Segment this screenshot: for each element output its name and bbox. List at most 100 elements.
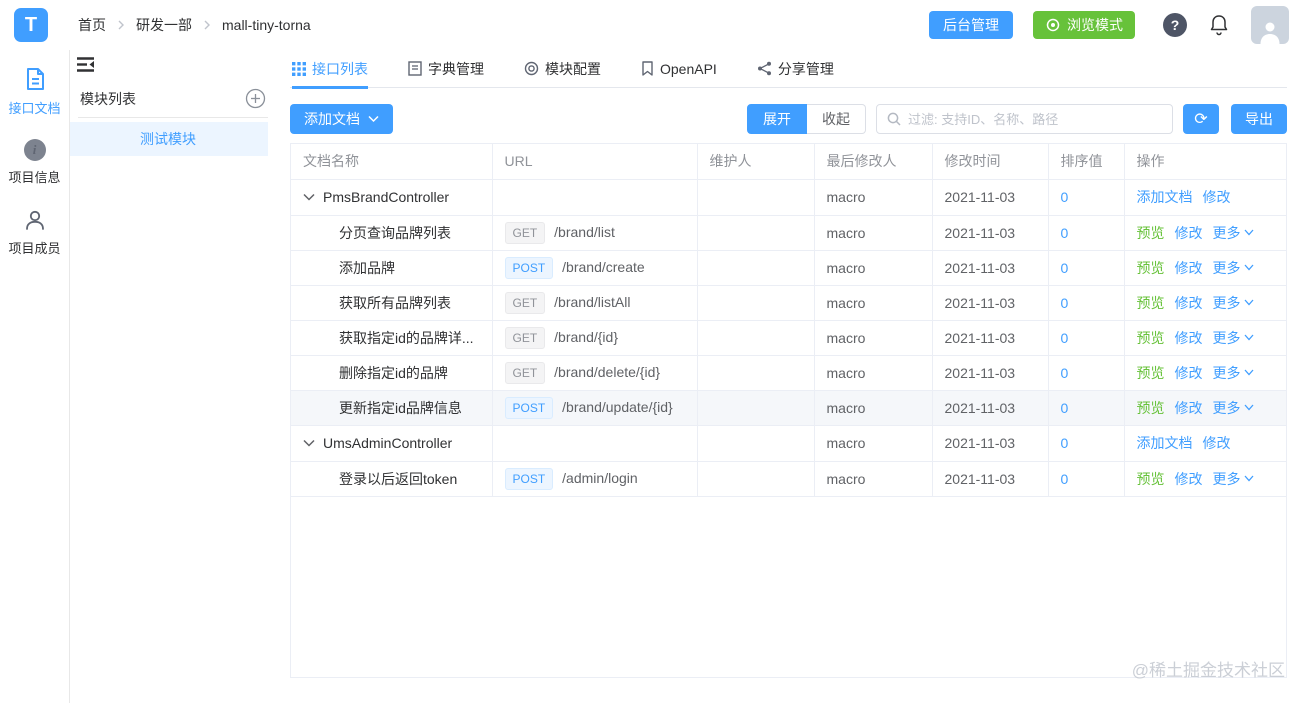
url-path: /brand/listAll [554,293,631,310]
folder-name: PmsBrandController [323,189,450,205]
method-tag: POST [504,467,554,490]
bell-icon[interactable] [1209,14,1229,36]
tab-bar: 接口列表 字典管理 模块配置 OpenAPI 分享管理 [290,50,1287,89]
document-icon [22,66,48,92]
preview-link[interactable]: 预览 [1137,293,1165,313]
more-link[interactable]: 更多 [1213,328,1254,348]
sidebar-item-project-info[interactable]: i 项目信息 [0,131,69,200]
breadcrumb-project[interactable]: mall-tiny-torna [222,17,311,33]
sidebar-item-project-members[interactable]: 项目成员 [0,200,69,271]
method-tag: POST [504,256,554,279]
date-cell: 2021-11-03 [932,390,1049,426]
maintainer-cell [697,179,815,216]
collapse-button[interactable]: 收起 [807,104,866,134]
chevron-down-icon[interactable] [303,193,315,201]
order-value[interactable]: 0 [1061,471,1069,487]
order-value[interactable]: 0 [1061,260,1069,276]
add-doc-link[interactable]: 添加文档 [1137,187,1193,207]
url-cell [492,179,698,216]
order-value[interactable]: 0 [1061,435,1069,451]
column-header-maintainer: 维护人 [697,144,815,180]
more-link[interactable]: 更多 [1213,258,1254,278]
doc-name: 分页查询品牌列表 [291,215,493,251]
chevron-down-icon [1244,369,1254,376]
chevron-down-icon [1244,229,1254,236]
order-value[interactable]: 0 [1061,189,1069,205]
column-header-actions: 操作 [1124,144,1286,180]
add-doc-link[interactable]: 添加文档 [1137,433,1193,453]
module-panel: 模块列表 测试模块 [70,50,290,703]
breadcrumb-group[interactable]: 研发一部 [136,15,192,35]
table-row-group: UmsAdminController macro 2021-11-03 0 添加… [291,425,1286,462]
modifier-cell: macro [814,355,933,391]
method-tag: POST [504,396,554,419]
doc-name: 登录以后返回token [291,461,493,497]
tab-api-list[interactable]: 接口列表 [292,50,368,89]
preview-link[interactable]: 预览 [1137,363,1165,383]
more-link[interactable]: 更多 [1213,293,1254,313]
app-logo-letter: T [24,13,38,36]
tab-label: OpenAPI [660,60,717,77]
order-value[interactable]: 0 [1061,400,1069,416]
torna-app: T 首页 研发一部 mall-tiny-torna 后台管理 浏览模式 ? 接口… [0,0,1305,703]
add-doc-button[interactable]: 添加文档 [290,104,393,134]
tab-label: 接口列表 [312,60,368,77]
edit-link[interactable]: 修改 [1175,258,1203,278]
help-icon[interactable]: ? [1163,13,1187,37]
url-path: /brand/update/{id} [562,398,673,415]
body-row: 接口文档 i 项目信息 项目成员 模块列表 测试模块 接口列表 字典管理 模块配… [0,50,1305,703]
avatar[interactable] [1251,6,1289,44]
tab-dict-manage[interactable]: 字典管理 [408,50,484,88]
table-row-doc: 删除指定id的品牌 GET/brand/delete/{id} macro 20… [291,355,1286,391]
export-button[interactable]: 导出 [1231,104,1287,134]
dict-icon [408,61,422,76]
edit-link[interactable]: 修改 [1175,223,1203,243]
search-box [876,104,1173,134]
module-item-test[interactable]: 测试模块 [70,122,268,156]
maintainer-cell [697,215,815,251]
share-icon [757,61,772,76]
expand-button[interactable]: 展开 [747,104,807,134]
tab-module-config[interactable]: 模块配置 [524,50,601,88]
admin-button[interactable]: 后台管理 [929,11,1013,39]
menu-fold-icon[interactable] [76,56,95,73]
column-header-order: 排序值 [1048,144,1125,180]
more-link[interactable]: 更多 [1213,223,1254,243]
preview-link[interactable]: 预览 [1137,469,1165,489]
order-value[interactable]: 0 [1061,330,1069,346]
edit-link[interactable]: 修改 [1175,398,1203,418]
modifier-cell: macro [814,215,933,251]
preview-link[interactable]: 预览 [1137,223,1165,243]
edit-link[interactable]: 修改 [1175,363,1203,383]
tab-openapi[interactable]: OpenAPI [641,50,717,88]
edit-link[interactable]: 修改 [1175,469,1203,489]
browse-mode-button[interactable]: 浏览模式 [1033,11,1135,39]
chevron-down-icon[interactable] [303,439,315,447]
maintainer-cell [697,390,815,426]
gear-icon [524,61,539,76]
preview-link[interactable]: 预览 [1137,258,1165,278]
preview-link[interactable]: 预览 [1137,328,1165,348]
more-link[interactable]: 更多 [1213,398,1254,418]
sidebar-item-api-docs[interactable]: 接口文档 [0,58,69,131]
order-value[interactable]: 0 [1061,365,1069,381]
preview-link[interactable]: 预览 [1137,398,1165,418]
url-cell [492,425,698,462]
add-module-icon[interactable] [245,88,266,109]
table-row-doc: 添加品牌 POST/brand/create macro 2021-11-03 … [291,250,1286,286]
tab-share-manage[interactable]: 分享管理 [757,50,834,88]
breadcrumb-home[interactable]: 首页 [78,15,106,35]
order-value[interactable]: 0 [1061,295,1069,311]
edit-link[interactable]: 修改 [1175,293,1203,313]
maintainer-cell [697,250,815,286]
search-input[interactable] [908,111,1162,127]
edit-link[interactable]: 修改 [1203,187,1231,207]
app-logo[interactable]: T [14,8,48,42]
edit-link[interactable]: 修改 [1175,328,1203,348]
more-link[interactable]: 更多 [1213,469,1254,489]
edit-link[interactable]: 修改 [1203,433,1231,453]
refresh-button[interactable]: ⟳ [1183,104,1219,134]
date-cell: 2021-11-03 [932,179,1049,216]
more-link[interactable]: 更多 [1213,363,1254,383]
order-value[interactable]: 0 [1061,225,1069,241]
